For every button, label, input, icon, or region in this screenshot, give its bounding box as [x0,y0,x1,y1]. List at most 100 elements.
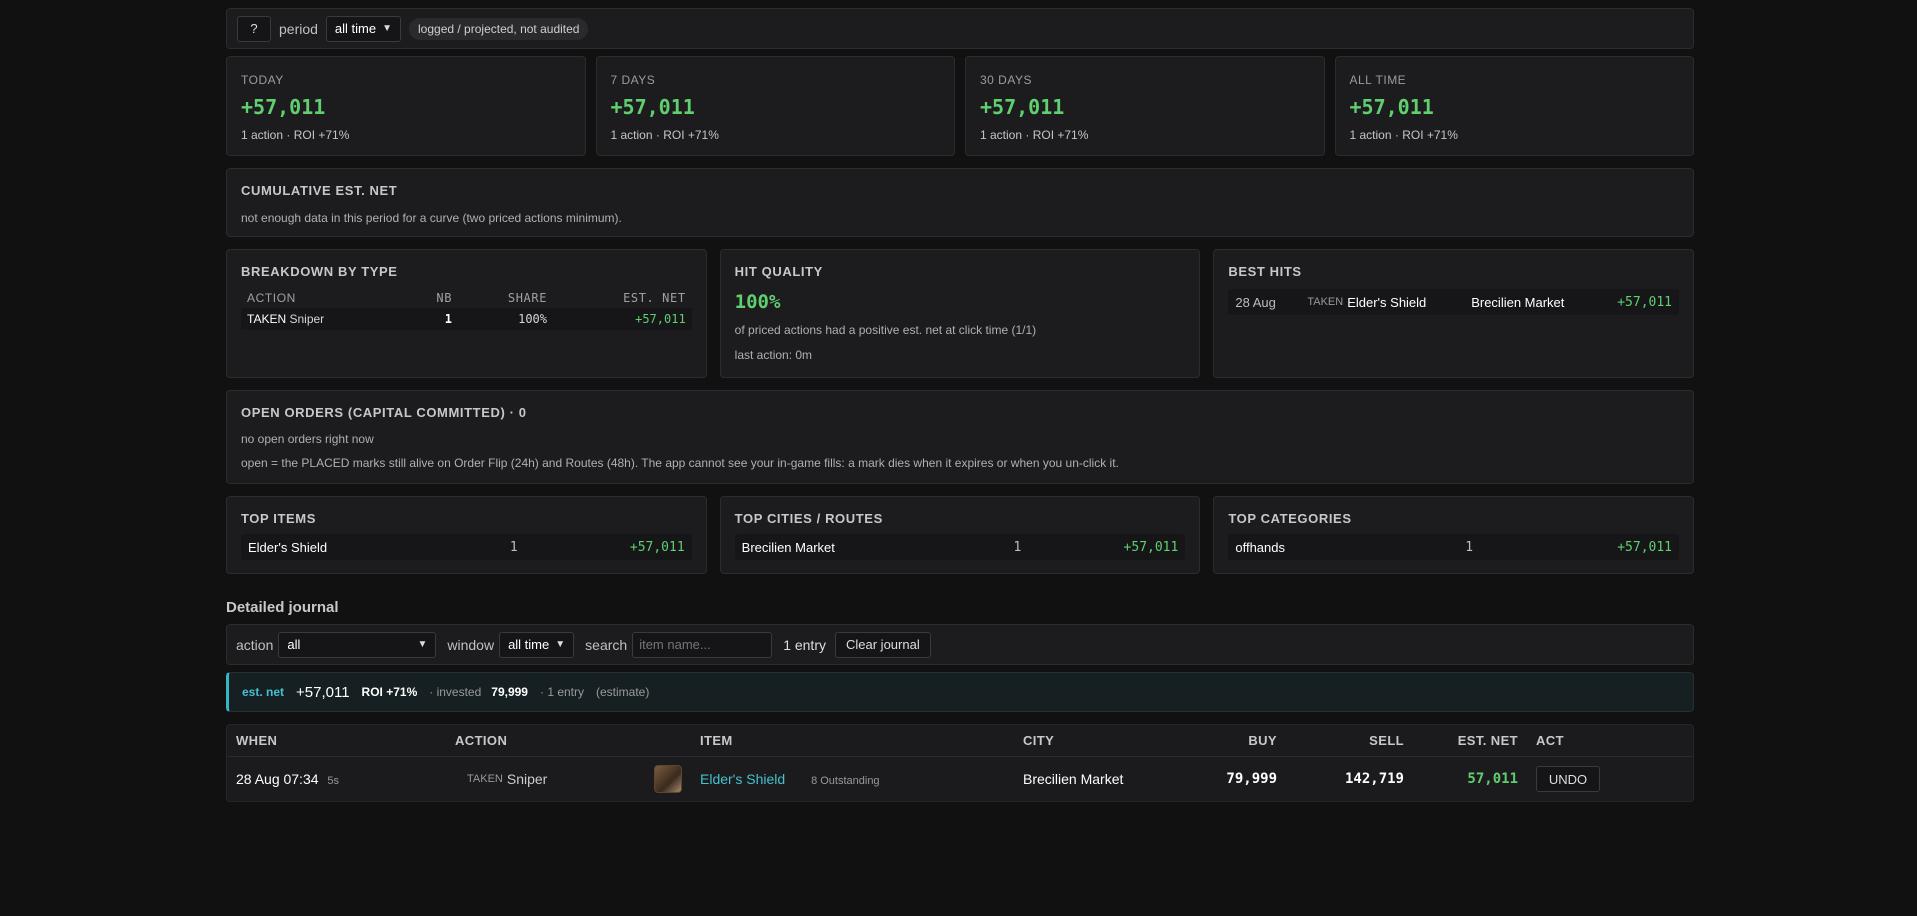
action-filter-label: action [236,636,274,653]
top-toolbar: ? period all time ▼ logged / projected, … [226,8,1694,49]
col-when: WHEN [236,733,278,748]
col-action: ACTION [247,291,296,305]
top-categories-panel: TOP CATEGORIES offhands 1 +57,011 [1213,496,1695,574]
search-label: search [585,636,628,653]
summary-roi: ROI +71% [361,685,418,699]
col-nb: NB [436,291,453,305]
top-city-count: 1 [1013,539,1022,555]
journal-table-header: WHEN ACTION ITEM CITY BUY SELL EST. NET … [227,725,1693,757]
journal-title: Detailed journal [226,599,339,616]
clear-journal-button[interactable]: Clear journal [835,631,931,658]
best-hits-title: BEST HITS [1228,264,1302,279]
cell-item: Elder's Shield 8 Outstanding [691,771,1014,787]
cumulative-desc: not enough data in this period for a cur… [241,211,622,225]
journal-summary: est. net +57,011 ROI +71% · invested 79,… [226,672,1694,712]
top-item-net: +57,011 [629,539,685,555]
search-input[interactable] [632,631,773,658]
hit-net: +57,011 [1617,294,1673,310]
insight-row: BREAKDOWN BY TYPE ACTION NB SHARE EST. N… [226,249,1695,378]
hit-quality-value: 100% [734,291,781,313]
stat-title: 30 DAYS [980,73,1032,87]
col-action: ACTION [455,733,508,748]
summary-note: (estimate) [596,685,650,699]
cell-est-net: 57,011 [1467,771,1518,787]
stat-sub: 1 action · ROI +71% [610,128,719,142]
stat-sub: 1 action · ROI +71% [241,128,350,142]
cell-sell: 142,719 [1344,771,1404,787]
hit-city: Brecilien Market [1471,294,1565,310]
journal-table: WHEN ACTION ITEM CITY BUY SELL EST. NET … [226,724,1694,802]
period-select[interactable]: all time ▼ [325,15,402,42]
top-city-net: +57,011 [1123,539,1179,555]
table-row: 28 Aug 07:34 5s TAKEN Sniper Elder's Shi… [227,757,1693,801]
stat-card-30-days: 30 DAYS +57,011 1 action · ROI +71% [965,56,1325,156]
col-act: ACT [1536,733,1564,748]
period-select-value: all time [334,21,377,36]
col-est-net: EST. NET [623,291,686,305]
item-link[interactable]: Elder's Shield [700,771,785,787]
stat-value: +57,011 [610,95,695,119]
summary-entries: · 1 entry [539,685,584,699]
col-item: ITEM [700,733,733,748]
when-ago: 5s [327,775,340,787]
chevron-down-icon: ▼ [382,23,393,34]
undo-button[interactable]: UNDO [1536,766,1600,792]
col-est-net: EST. NET [1457,733,1518,748]
window-filter-label: window [447,636,495,653]
when-time: 28 Aug 07:34 [236,771,319,787]
action-filter-value: all [287,637,301,652]
summary-invested: 79,999 [491,685,528,699]
window-filter-select[interactable]: all time ▼ [499,631,575,658]
stat-title: ALL TIME [1349,73,1407,87]
top-category-net: +57,011 [1617,539,1673,555]
top-items-panel: TOP ITEMS Elder's Shield 1 +57,011 [226,496,707,574]
open-orders-status: no open orders right now [241,432,374,446]
breakdown-nb: 1 [406,308,459,330]
cumulative-title: CUMULATIVE EST. NET [241,183,398,198]
col-buy: BUY [1248,733,1277,748]
list-item: 28 Aug TAKEN Elder's Shield Brecilien Ma… [1228,289,1680,315]
top-cities-title: TOP CITIES / ROUTES [734,511,883,526]
page: ? period all time ▼ logged / projected, … [226,8,1695,802]
cell-when: 28 Aug 07:34 5s [227,771,446,787]
breakdown-title: BREAKDOWN BY TYPE [241,264,398,279]
stat-sub: 1 action · ROI +71% [980,128,1089,142]
help-button[interactable]: ? [237,15,271,42]
cumulative-panel: CUMULATIVE EST. NET not enough data in t… [226,168,1694,237]
action-filter-select[interactable]: all ▼ [278,631,437,658]
period-label: period [279,20,318,37]
summary-net: +57,011 [296,683,350,701]
action-name: Sniper [506,771,548,787]
breakdown-action: TAKEN Sniper [241,308,407,330]
chevron-down-icon: ▼ [417,639,428,650]
stat-card-all-time: ALL TIME +57,011 1 action · ROI +71% [1334,56,1694,156]
stat-value: +57,011 [980,95,1065,119]
breakdown-panel: BREAKDOWN BY TYPE ACTION NB SHARE EST. N… [226,249,707,378]
hit-tag: TAKEN [1307,296,1344,308]
item-quality: 8 Outstanding [811,775,880,787]
open-orders-help: open = the PLACED marks still alive on O… [241,456,1119,470]
stat-sub: 1 action · ROI +71% [1349,128,1458,142]
item-thumbnail-icon [654,765,682,793]
best-hits-panel: BEST HITS 28 Aug TAKEN Elder's Shield Br… [1213,249,1695,378]
breakdown-net: +57,011 [553,308,692,330]
stat-value: +57,011 [1349,95,1434,119]
journal-filters: action all ▼ window all time ▼ search 1 … [226,624,1694,665]
top-items-title: TOP ITEMS [241,511,316,526]
list-item: Elder's Shield 1 +57,011 [241,534,692,560]
hit-quality-title: HIT QUALITY [734,264,823,279]
chevron-down-icon: ▼ [555,639,566,650]
col-city: CITY [1023,733,1055,748]
tops-row: TOP ITEMS Elder's Shield 1 +57,011 TOP C… [226,496,1695,574]
open-orders-title: OPEN ORDERS (CAPITAL COMMITTED) · 0 [241,405,527,420]
table-row: TAKEN Sniper 1 100% +57,011 [241,308,692,330]
cell-city: Brecilien Market [1023,771,1124,787]
hit-quality-desc: of priced actions had a positive est. ne… [734,323,1037,337]
stat-value: +57,011 [241,95,326,119]
breakdown-table: ACTION NB SHARE EST. NET TAKEN Sniper 1 … [241,288,692,330]
action-tag: TAKEN [467,773,503,785]
top-categories-title: TOP CATEGORIES [1228,511,1352,526]
list-item: offhands 1 +57,011 [1228,534,1680,560]
hit-item: Elder's Shield [1347,294,1427,310]
action-tag: TAKEN [247,312,287,326]
